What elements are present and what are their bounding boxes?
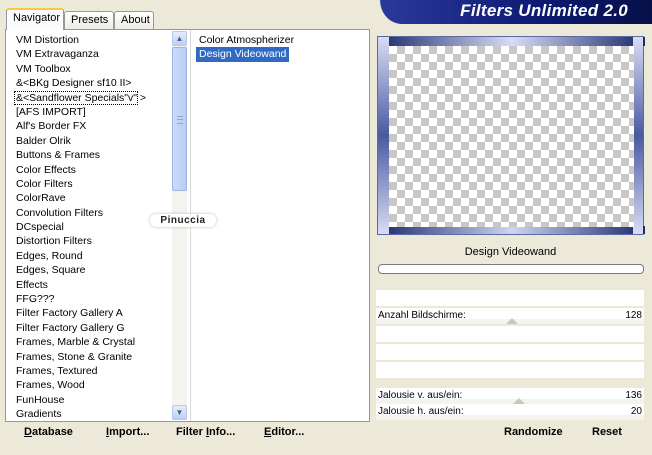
- filter-category-list[interactable]: VM Distortion VM Extravaganza VM Toolbox &<…: [6, 30, 172, 421]
- param-slider-anzahl[interactable]: Anzahl Bildschirme: 128: [376, 308, 644, 324]
- param-value: 20: [630, 406, 642, 417]
- preview-border-top: [378, 37, 645, 46]
- progress-bar: [378, 264, 644, 274]
- filter-category-item[interactable]: VM Extravaganza: [6, 47, 172, 61]
- param-row-empty: [376, 290, 644, 306]
- filter-category-item[interactable]: [AFS IMPORT]: [6, 105, 172, 119]
- parameter-area: Anzahl Bildschirme: 128 Jalousie v. aus/…: [376, 290, 644, 420]
- filter-category-item[interactable]: &<BKg Designer sf10 II>: [6, 76, 172, 90]
- scroll-up-arrow-icon[interactable]: ▲: [172, 31, 187, 46]
- filter-category-item[interactable]: Edges, Square: [6, 263, 172, 277]
- filter-item[interactable]: Color Atmospherizer: [196, 33, 297, 47]
- filter-category-item[interactable]: Color Effects: [6, 163, 172, 177]
- filter-category-item[interactable]: FunHouse: [6, 393, 172, 407]
- preview-border-bottom: [378, 226, 645, 234]
- filter-category-item[interactable]: Distortion Filters: [6, 234, 172, 248]
- database-button[interactable]: Database: [24, 426, 73, 442]
- grip-icon: [177, 116, 183, 124]
- tab-about[interactable]: About: [114, 11, 154, 29]
- filter-category-item[interactable]: FFG???: [6, 292, 172, 306]
- param-value: 128: [625, 310, 642, 321]
- param-slider-jalousie-v[interactable]: Jalousie v. aus/ein: 136: [376, 388, 644, 404]
- param-label: Anzahl Bildschirme:: [378, 310, 466, 321]
- filter-category-item[interactable]: ColorRave: [6, 191, 172, 205]
- filter-category-item[interactable]: &<Sandflower Specials"v" >: [14, 90, 146, 105]
- filter-category-item[interactable]: VM Distortion: [6, 33, 172, 47]
- param-row-empty: [376, 344, 644, 360]
- scroll-down-arrow-icon[interactable]: ▼: [172, 405, 187, 420]
- filter-item[interactable]: Design Videowand: [196, 47, 290, 62]
- filter-category-item[interactable]: Effects: [6, 278, 172, 292]
- filter-category-item[interactable]: Edges, Round: [6, 249, 172, 263]
- param-row-empty: [376, 326, 644, 342]
- tab-navigator[interactable]: Navigator: [6, 8, 64, 30]
- filter-info-button[interactable]: Filter Info...: [176, 426, 235, 442]
- filter-category-item[interactable]: Buttons & Frames: [6, 148, 172, 162]
- param-row-empty: [376, 362, 644, 378]
- tab-presets[interactable]: Presets: [64, 11, 114, 29]
- randomize-button[interactable]: Randomize: [504, 426, 563, 442]
- preview-canvas[interactable]: [389, 46, 634, 227]
- filter-category-item[interactable]: Filter Factory Gallery A: [6, 306, 172, 320]
- filter-category-item[interactable]: Alf's Border FX: [6, 119, 172, 133]
- filter-category-item[interactable]: Frames, Wood: [6, 378, 172, 392]
- filter-category-item[interactable]: Color Filters: [6, 177, 172, 191]
- editor-button[interactable]: Editor...: [264, 426, 304, 442]
- filter-category-item[interactable]: Filter Factory Gallery G: [6, 321, 172, 335]
- param-slider-jalousie-h[interactable]: Jalousie h. aus/ein: 20: [376, 404, 644, 420]
- current-filter-name: Design Videowand: [464, 246, 557, 258]
- filter-list[interactable]: Color Atmospherizer Design Videowand: [196, 33, 366, 62]
- filter-category-item[interactable]: Frames, Textured: [6, 364, 172, 378]
- filter-category-item[interactable]: VM Toolbox: [6, 62, 172, 76]
- filter-category-item[interactable]: Frames, Marble & Crystal: [6, 335, 172, 349]
- filter-category-item[interactable]: Gradients: [6, 407, 172, 421]
- param-value: 136: [625, 390, 642, 401]
- preview-frame: [377, 36, 645, 235]
- import-button[interactable]: Import...: [106, 426, 149, 442]
- filter-category-item[interactable]: Frames, Stone & Granite: [6, 350, 172, 364]
- filter-category-item[interactable]: DCspecial: [6, 220, 172, 234]
- filter-category-item[interactable]: Balder Olrik: [6, 134, 172, 148]
- title-banner: Filters Unlimited 2.0: [380, 0, 652, 24]
- watermark-logo: Pinuccia: [150, 214, 216, 227]
- preview-border-left: [378, 37, 389, 234]
- slider-thumb[interactable]: [506, 318, 518, 324]
- app-title: Filters Unlimited 2.0: [460, 1, 628, 20]
- param-label: Jalousie h. aus/ein:: [378, 406, 464, 417]
- filter-category-item[interactable]: Convolution Filters: [6, 206, 172, 220]
- preview-border-right: [633, 37, 643, 234]
- scrollbar-thumb[interactable]: [172, 47, 187, 191]
- reset-button[interactable]: Reset: [592, 426, 622, 442]
- param-label: Jalousie v. aus/ein:: [378, 390, 463, 401]
